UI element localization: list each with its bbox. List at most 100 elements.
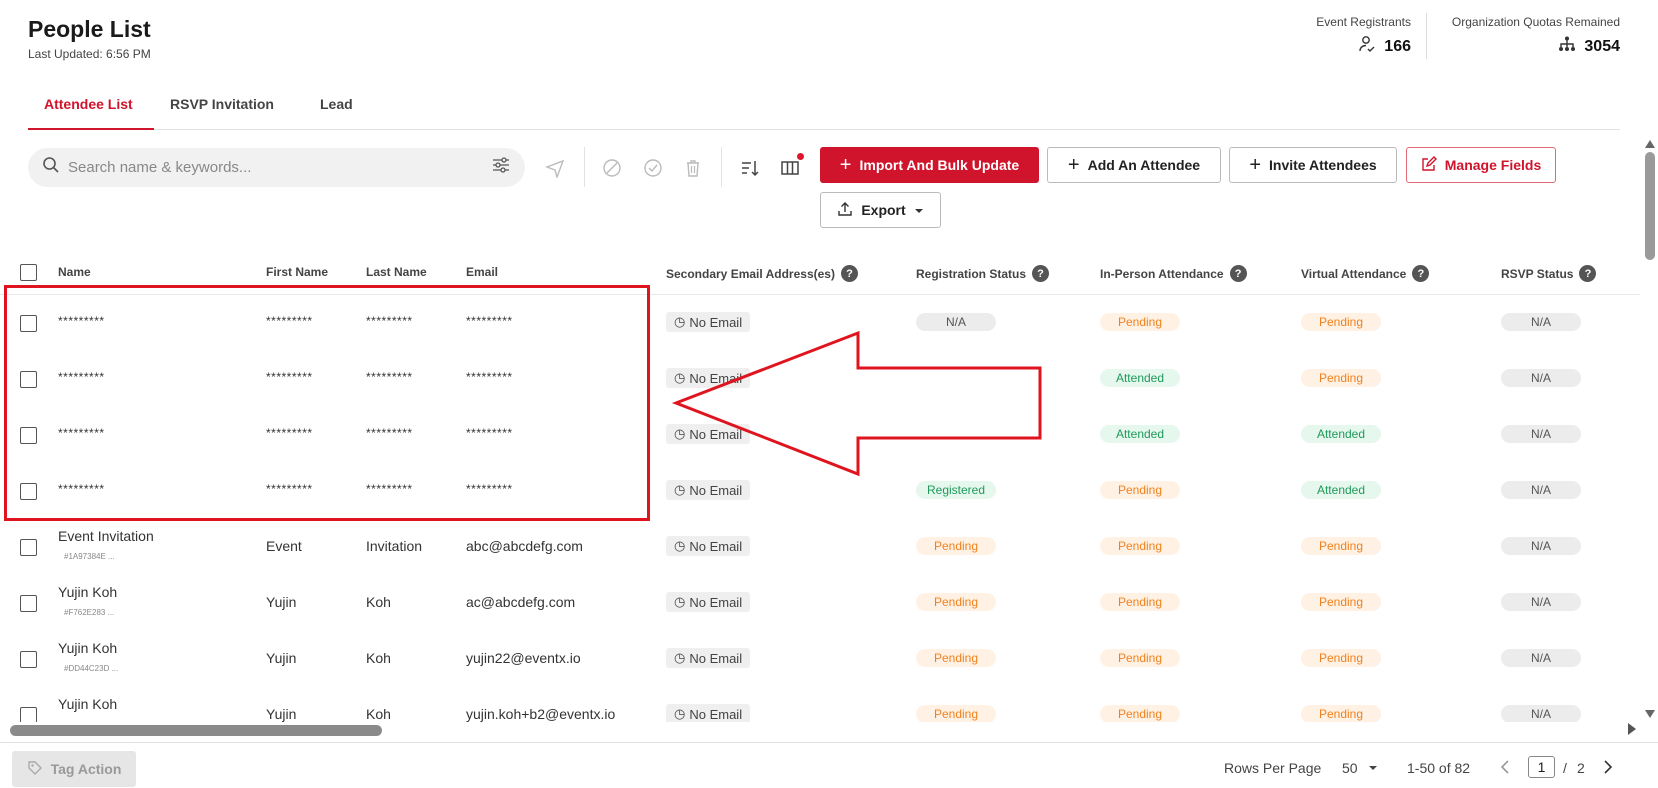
caret-down-icon bbox=[1368, 766, 1377, 770]
table-footer: Tag Action Rows Per Page 50 1-50 of 82 1… bbox=[0, 742, 1658, 788]
secondary-email-badge: ◷ No Email bbox=[666, 368, 751, 388]
cell-attendee-id: #F762E283 ... bbox=[64, 608, 115, 617]
cell-name[interactable]: Yujin Koh bbox=[58, 696, 117, 712]
in-person-attendance-badge: Pending bbox=[1100, 593, 1180, 611]
cell-last-name: Koh bbox=[366, 594, 391, 610]
row-checkbox[interactable] bbox=[20, 651, 37, 668]
stat-divider bbox=[1426, 13, 1427, 59]
sort-icon[interactable] bbox=[738, 156, 762, 180]
in-person-attendance-badge: Pending bbox=[1100, 537, 1180, 555]
in-person-attendance-badge: Pending bbox=[1100, 481, 1180, 499]
search-bar[interactable] bbox=[28, 148, 525, 187]
next-page-icon[interactable] bbox=[1603, 760, 1613, 779]
stat-label: Organization Quotas Remained bbox=[1451, 15, 1620, 29]
toolbar-divider bbox=[584, 147, 585, 187]
tag-action-button[interactable]: Tag Action bbox=[12, 751, 136, 787]
toolbar-divider bbox=[721, 147, 722, 187]
active-tab-indicator bbox=[28, 128, 154, 130]
row-checkbox[interactable] bbox=[20, 595, 37, 612]
rsvp-status-badge: N/A bbox=[1501, 481, 1581, 499]
search-icon bbox=[42, 156, 60, 179]
user-check-icon bbox=[1358, 35, 1376, 58]
column-header-in-person-attendance: In-Person Attendance? bbox=[1100, 265, 1247, 282]
help-icon[interactable]: ? bbox=[840, 265, 858, 282]
help-icon[interactable]: ? bbox=[1032, 265, 1050, 282]
scroll-right-arrow-icon[interactable] bbox=[1626, 722, 1638, 741]
rsvp-status-badge: N/A bbox=[1501, 593, 1581, 611]
select-all-checkbox[interactable] bbox=[20, 264, 37, 281]
vertical-scrollbar-thumb[interactable] bbox=[1645, 152, 1655, 260]
page-separator: / bbox=[1563, 760, 1567, 776]
table-row[interactable]: Yujin Koh Yujin Koh yujin.koh+b2@eventx.… bbox=[0, 686, 1640, 722]
tag-icon bbox=[27, 760, 43, 779]
cell-first-name: Event bbox=[266, 538, 302, 554]
cell-name[interactable]: Yujin Koh bbox=[58, 640, 117, 656]
horizontal-scrollbar-thumb[interactable] bbox=[10, 725, 382, 736]
table-row[interactable]: Event Invitation #1A97384E ... Event Inv… bbox=[0, 518, 1640, 574]
column-header-virtual-attendance: Virtual Attendance? bbox=[1301, 265, 1430, 282]
secondary-email-badge: ◷ No Email bbox=[666, 704, 751, 722]
clock-icon: ◷ bbox=[674, 482, 686, 497]
edit-icon bbox=[1421, 155, 1437, 175]
scroll-down-arrow-icon[interactable] bbox=[1644, 706, 1656, 724]
clock-icon: ◷ bbox=[674, 426, 686, 441]
registration-status-badge: N/A bbox=[916, 313, 996, 331]
plus-icon: + bbox=[1067, 154, 1080, 176]
row-checkbox[interactable] bbox=[20, 707, 37, 722]
stat-org-quotas: Organization Quotas Remained 3054 bbox=[1452, 15, 1620, 58]
cell-last-name: Koh bbox=[366, 650, 391, 666]
clock-icon: ◷ bbox=[674, 538, 686, 553]
search-input[interactable] bbox=[68, 159, 491, 176]
manage-fields-label: Manage Fields bbox=[1444, 157, 1542, 173]
clock-icon: ◷ bbox=[674, 314, 686, 329]
invite-attendees-button[interactable]: + Invite Attendees bbox=[1229, 147, 1397, 183]
rows-per-page-select[interactable]: 50 bbox=[1342, 760, 1378, 776]
prev-page-icon[interactable] bbox=[1500, 760, 1510, 779]
page-number-input[interactable]: 1 bbox=[1528, 756, 1555, 778]
stat-event-registrants: Event Registrants 166 bbox=[1316, 15, 1411, 58]
cell-first-name: Yujin bbox=[266, 706, 297, 722]
help-icon[interactable]: ? bbox=[1229, 265, 1247, 282]
cell-email: abc@abcdefg.com bbox=[466, 538, 583, 554]
filter-sliders-icon[interactable] bbox=[491, 155, 511, 180]
help-icon[interactable]: ? bbox=[1579, 265, 1597, 282]
help-icon[interactable]: ? bbox=[1412, 265, 1430, 282]
rsvp-status-badge: N/A bbox=[1501, 649, 1581, 667]
send-icon[interactable] bbox=[543, 156, 567, 180]
cell-email: yujin.koh+b2@eventx.io bbox=[466, 706, 616, 722]
registration-status-badge: Registered bbox=[916, 481, 996, 499]
column-header-secondary-email: Secondary Email Address(es)? bbox=[666, 265, 858, 282]
secondary-email-badge: ◷ No Email bbox=[666, 480, 751, 500]
row-checkbox[interactable] bbox=[20, 539, 37, 556]
tab-bar: Attendee List RSVP Invitation Lead bbox=[28, 92, 1620, 130]
table-row[interactable]: Yujin Koh #DD44C23D ... Yujin Koh yujin2… bbox=[0, 630, 1640, 686]
import-bulk-update-button[interactable]: + Import And Bulk Update bbox=[820, 147, 1039, 183]
tab-attendee-list[interactable]: Attendee List bbox=[44, 96, 133, 122]
cell-name[interactable]: Yujin Koh bbox=[58, 584, 117, 600]
tag-action-label: Tag Action bbox=[50, 761, 122, 777]
cell-email: ac@abcdefg.com bbox=[466, 594, 576, 610]
cell-last-name: Koh bbox=[366, 706, 391, 722]
table-row[interactable]: Yujin Koh #F762E283 ... Yujin Koh ac@abc… bbox=[0, 574, 1640, 630]
add-attendee-button[interactable]: + Add An Attendee bbox=[1047, 147, 1221, 183]
org-chart-icon bbox=[1558, 35, 1576, 58]
secondary-email-badge: ◷ No Email bbox=[666, 536, 751, 556]
cell-last-name: Invitation bbox=[366, 538, 423, 554]
clock-icon: ◷ bbox=[674, 370, 686, 385]
tab-lead[interactable]: Lead bbox=[320, 96, 353, 122]
manage-fields-button[interactable]: Manage Fields bbox=[1406, 147, 1556, 183]
column-header-first-name: First Name bbox=[266, 265, 329, 279]
registration-status-badge: Pending bbox=[916, 649, 996, 667]
column-header-last-name: Last Name bbox=[366, 265, 427, 279]
clock-icon: ◷ bbox=[674, 594, 686, 609]
cell-attendee-id: #DD44C23D ... bbox=[64, 664, 119, 673]
export-dropdown[interactable]: Export bbox=[820, 192, 941, 228]
trash-icon[interactable] bbox=[681, 156, 705, 180]
stat-value: 166 bbox=[1384, 37, 1411, 55]
upload-icon bbox=[837, 201, 853, 220]
cell-name[interactable]: Event Invitation bbox=[58, 528, 154, 544]
tab-rsvp-invitation[interactable]: RSVP Invitation bbox=[170, 96, 274, 122]
check-circle-icon[interactable] bbox=[641, 156, 665, 180]
cell-first-name: Yujin bbox=[266, 594, 297, 610]
block-icon[interactable] bbox=[600, 156, 624, 180]
